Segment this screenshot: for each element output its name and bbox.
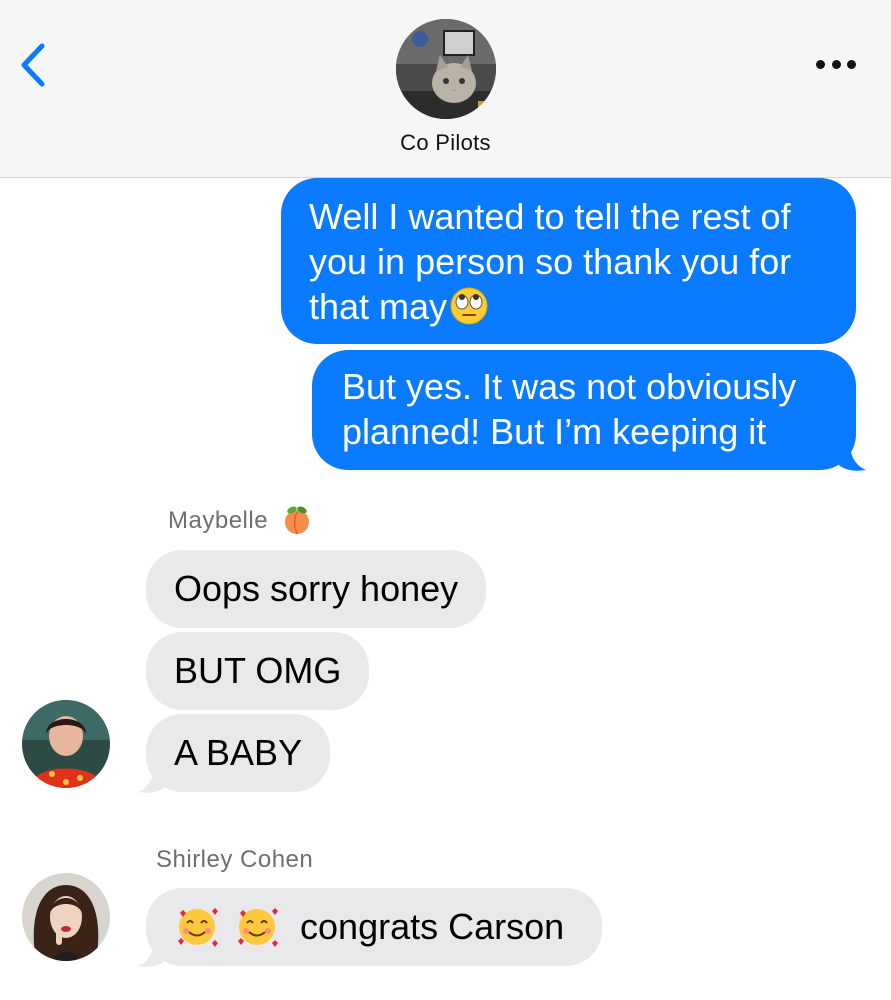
sender-name: Maybelle <box>168 506 313 536</box>
shirley-photo-image <box>22 873 110 961</box>
smiling-face-with-hearts-icon <box>178 908 218 948</box>
outgoing-message[interactable]: Well I wanted to tell the rest of you in… <box>281 178 856 344</box>
incoming-message[interactable]: A BABY <box>146 714 331 792</box>
incoming-message[interactable]: Oops sorry honey <box>146 550 487 628</box>
smiling-face-with-hearts-icon <box>238 908 279 948</box>
message-text: But yes. It was not obviously planned! B… <box>342 366 797 452</box>
incoming-message[interactable]: BUT OMG <box>146 632 370 710</box>
sender-label: Maybelle <box>168 507 269 534</box>
cat-photo-image <box>396 19 496 119</box>
message-text: A BABY <box>174 732 303 773</box>
message-text: Oops sorry honey <box>174 568 459 609</box>
conversation-header: Co Pilots <box>0 0 891 178</box>
outgoing-message[interactable]: But yes. It was not obviously planned! B… <box>312 350 856 470</box>
incoming-message[interactable]: congrats Carson <box>146 888 603 966</box>
ellipsis-dot <box>847 59 856 69</box>
group-name[interactable]: Co Pilots <box>0 130 891 156</box>
face-with-rolling-eyes-icon <box>450 287 488 325</box>
sender-name: Shirley Cohen <box>156 846 314 873</box>
avatar[interactable] <box>22 700 110 788</box>
message-text: congrats Carson <box>300 906 565 947</box>
bubble-tail-icon <box>138 766 168 793</box>
group-avatar[interactable] <box>396 19 496 119</box>
more-options-button[interactable] <box>812 52 860 76</box>
chevron-left-icon <box>21 43 45 87</box>
message-text: Well I wanted to tell the rest of you in… <box>309 196 792 327</box>
ellipsis-dot <box>831 59 841 69</box>
bubble-tail-icon <box>836 444 866 471</box>
peach-icon <box>285 506 310 534</box>
bubble-tail-icon <box>138 940 168 967</box>
back-button[interactable] <box>14 40 54 90</box>
ellipsis-icon <box>816 59 825 69</box>
avatar[interactable] <box>22 873 110 961</box>
message-text: BUT OMG <box>174 650 342 691</box>
maybelle-photo-image <box>22 700 110 788</box>
